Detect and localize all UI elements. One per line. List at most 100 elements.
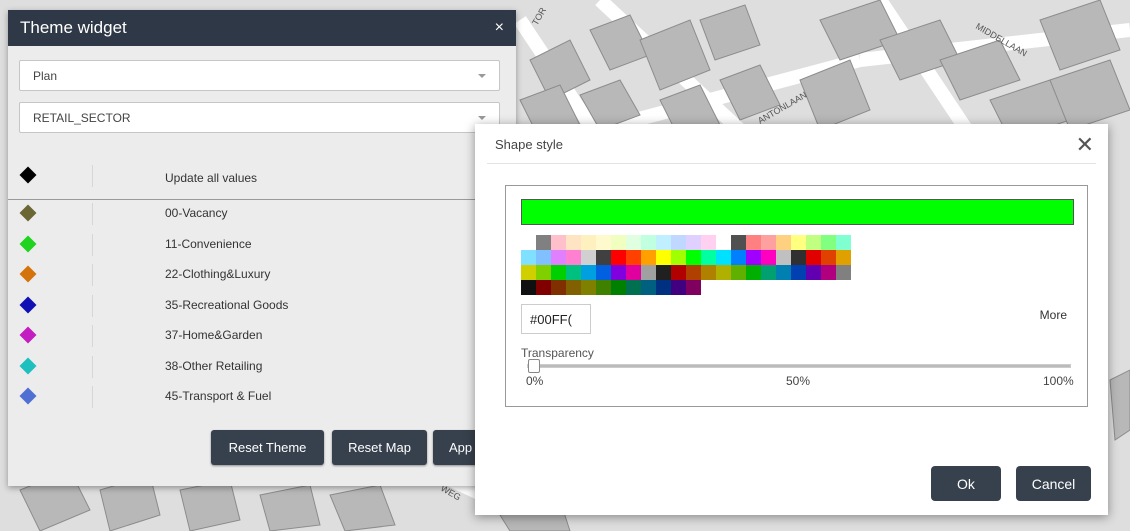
color-swatch[interactable] [776,250,791,265]
color-swatch[interactable] [641,280,656,295]
hex-color-input[interactable] [521,304,591,334]
color-swatch[interactable] [566,280,581,295]
color-swatch[interactable] [581,235,596,250]
color-diamond-icon[interactable] [19,166,37,184]
color-swatch[interactable] [521,280,536,295]
color-swatch[interactable] [596,235,611,250]
theme-item-row[interactable]: 11-Convenience [8,233,516,264]
color-swatch[interactable] [626,250,641,265]
color-diamond-icon[interactable] [19,296,37,313]
color-swatch[interactable] [611,280,626,295]
color-swatch[interactable] [596,250,611,265]
theme-item-row[interactable]: 38-Other Retailing [8,355,516,386]
update-all-row[interactable]: Update all values [8,165,516,200]
color-swatch[interactable] [701,265,716,280]
color-swatch[interactable] [521,250,536,265]
color-swatch[interactable] [671,235,686,250]
theme-item-row[interactable]: 22-Clothing&Luxury [8,264,516,294]
color-swatch[interactable] [776,265,791,280]
color-swatch[interactable] [686,265,701,280]
color-swatch[interactable] [701,235,716,250]
color-swatch[interactable] [536,265,551,280]
color-swatch[interactable] [536,250,551,265]
color-swatch[interactable] [566,235,581,250]
color-swatch[interactable] [836,250,851,265]
reset-map-button[interactable]: Reset Map [332,430,427,465]
color-swatch[interactable] [536,235,551,250]
color-swatch[interactable] [671,280,686,295]
color-swatch[interactable] [626,280,641,295]
color-swatch[interactable] [716,250,731,265]
color-swatch[interactable] [686,235,701,250]
color-swatch[interactable] [581,265,596,280]
color-swatch[interactable] [761,265,776,280]
close-icon[interactable]: × [495,19,504,37]
color-diamond-icon[interactable] [19,204,37,222]
transparency-slider-handle[interactable] [528,359,540,373]
color-swatch[interactable] [671,265,686,280]
color-swatch[interactable] [686,250,701,265]
color-swatch[interactable] [791,250,806,265]
color-swatch[interactable] [611,235,626,250]
color-swatch[interactable] [611,265,626,280]
theme-item-row[interactable]: 35-Recreational Goods [8,294,516,325]
color-swatch[interactable] [656,265,671,280]
color-diamond-icon[interactable] [19,357,37,374]
color-diamond-icon[interactable] [19,326,37,344]
color-swatch[interactable] [806,250,821,265]
color-swatch[interactable] [686,280,701,295]
color-swatch[interactable] [806,265,821,280]
color-swatch[interactable] [656,280,671,295]
color-swatch[interactable] [746,265,761,280]
color-swatch[interactable] [731,265,746,280]
ok-button[interactable]: Ok [931,466,1001,501]
color-swatch[interactable] [641,265,656,280]
color-swatch[interactable] [626,235,641,250]
theme-item-row[interactable]: 45-Transport & Fuel [8,386,516,412]
color-swatch[interactable] [746,235,761,250]
color-swatch[interactable] [716,235,731,250]
color-swatch[interactable] [791,265,806,280]
color-swatch[interactable] [746,250,761,265]
color-swatch[interactable] [626,265,641,280]
color-swatch[interactable] [821,235,836,250]
color-swatch[interactable] [836,265,851,280]
color-swatch[interactable] [821,265,836,280]
theme-item-row[interactable]: 00-Vacancy [8,203,516,233]
color-swatch[interactable] [566,250,581,265]
plan-select[interactable]: Plan [19,60,500,91]
more-colors-link[interactable]: More [1040,308,1067,322]
color-diamond-icon[interactable] [19,265,37,283]
color-swatch[interactable] [671,250,686,265]
color-swatch[interactable] [596,280,611,295]
color-swatch[interactable] [641,235,656,250]
color-swatch[interactable] [551,280,566,295]
color-swatch[interactable] [596,265,611,280]
color-diamond-icon[interactable] [19,387,37,405]
color-swatch[interactable] [581,250,596,265]
color-swatch[interactable] [551,250,566,265]
color-swatch[interactable] [611,250,626,265]
color-swatch[interactable] [806,235,821,250]
color-diamond-icon[interactable] [19,235,37,252]
color-swatch[interactable] [521,265,536,280]
color-swatch[interactable] [701,250,716,265]
color-swatch[interactable] [836,235,851,250]
color-swatch[interactable] [656,235,671,250]
color-swatch[interactable] [551,235,566,250]
color-swatch[interactable] [716,265,731,280]
color-swatch[interactable] [581,280,596,295]
field-select[interactable]: RETAIL_SECTOR [19,102,500,133]
cancel-button[interactable]: Cancel [1016,466,1091,501]
color-swatch[interactable] [821,250,836,265]
transparency-slider[interactable] [527,364,1071,368]
color-swatch[interactable] [761,235,776,250]
color-swatch[interactable] [566,265,581,280]
color-swatch[interactable] [536,280,551,295]
color-swatch[interactable] [776,235,791,250]
color-swatch[interactable] [641,250,656,265]
color-swatch[interactable] [551,265,566,280]
color-swatch[interactable] [656,250,671,265]
color-swatch[interactable] [731,250,746,265]
color-swatch[interactable] [731,235,746,250]
